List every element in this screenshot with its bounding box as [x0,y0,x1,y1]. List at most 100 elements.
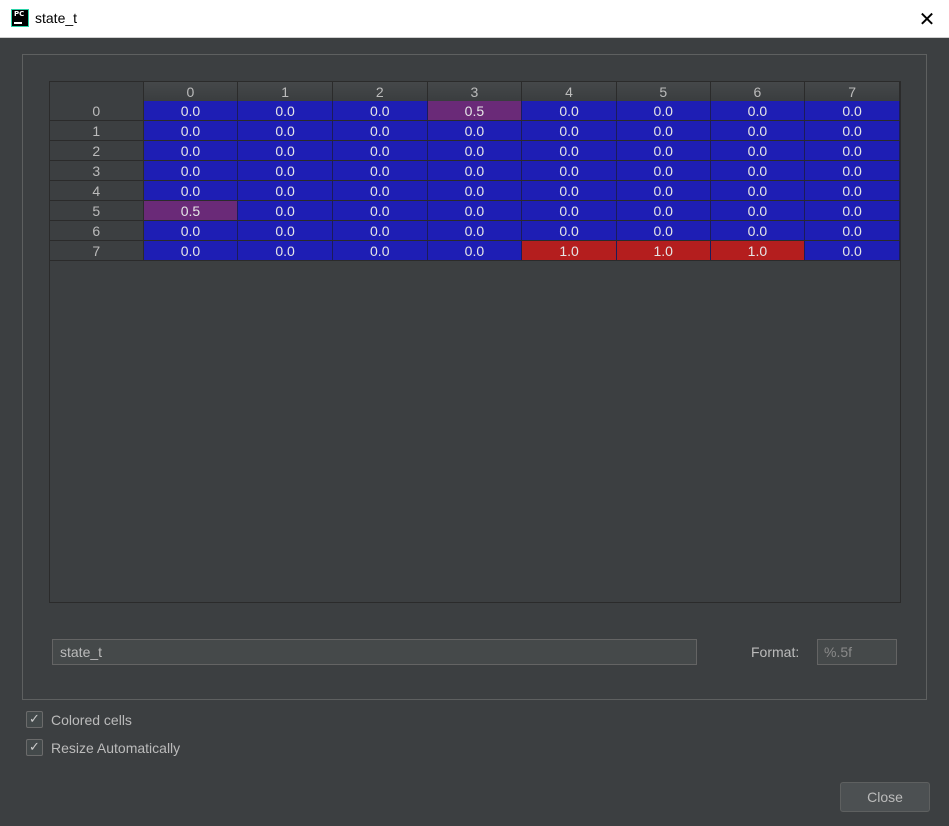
table-cell[interactable]: 0.0 [710,200,806,221]
table-cell[interactable]: 0.0 [710,140,806,161]
column-header[interactable]: 6 [710,82,806,101]
table-cell[interactable]: 0.0 [143,140,239,161]
table-cell[interactable]: 0.0 [616,120,711,141]
column-header-row: 0 1 2 3 4 5 6 7 [50,82,900,101]
table-cell[interactable]: 0.0 [143,160,239,181]
table-cell[interactable]: 0.0 [427,140,523,161]
table-cell[interactable]: 0.0 [521,200,617,221]
table-cell[interactable]: 0.0 [143,101,239,121]
table-cell[interactable]: 0.0 [710,101,806,121]
table-cell[interactable]: 0.0 [804,140,900,161]
table-cell[interactable]: 0.0 [710,120,806,141]
table-cell[interactable]: 0.0 [427,200,523,221]
table-cell[interactable]: 0.0 [427,180,523,201]
table-row: 0 0.0 0.0 0.0 0.5 0.0 0.0 0.0 0.0 [50,101,900,121]
table-cell[interactable]: 0.0 [237,240,333,261]
table-cell[interactable]: 0.0 [427,160,523,181]
table-cell[interactable]: 0.0 [616,140,711,161]
table-cell[interactable]: 1.0 [521,240,617,261]
app-icon-text: PC [14,10,25,18]
table-cell[interactable]: 0.0 [804,220,900,241]
table-cell[interactable]: 0.0 [804,240,900,261]
table-cell[interactable]: 0.0 [616,200,711,221]
table-cell[interactable]: 0.0 [427,240,523,261]
table-cell[interactable]: 0.0 [143,120,239,141]
table-cell[interactable]: 0.0 [804,160,900,181]
table-cell[interactable]: 0.0 [616,180,711,201]
data-grid[interactable]: 0 1 2 3 4 5 6 7 0 0.0 0.0 0.0 0.5 0.0 0.0 0.0 0.… [49,81,901,603]
checkmark-icon: ✓ [29,712,40,727]
table-cell[interactable]: 0.0 [804,200,900,221]
table-cell[interactable]: 0.0 [804,180,900,201]
table-cell[interactable]: 0.0 [521,220,617,241]
corner-header [50,82,144,101]
table-cell[interactable]: 0.0 [616,220,711,241]
row-header[interactable]: 6 [50,220,144,241]
table-cell[interactable]: 0.0 [521,160,617,181]
table-cell[interactable]: 0.0 [332,120,428,141]
column-header[interactable]: 0 [143,82,239,101]
table-cell[interactable]: 0.5 [143,200,239,221]
data-table: 0 1 2 3 4 5 6 7 0 0.0 0.0 0.0 0.5 0.0 0.0 0.0 0.… [50,82,900,261]
row-header[interactable]: 1 [50,120,144,141]
table-cell[interactable]: 0.0 [710,160,806,181]
row-header[interactable]: 3 [50,160,144,181]
column-header[interactable]: 5 [616,82,711,101]
table-cell[interactable]: 0.0 [710,220,806,241]
table-cell[interactable]: 0.0 [332,220,428,241]
table-cell[interactable]: 0.0 [237,140,333,161]
table-cell[interactable]: 0.0 [616,160,711,181]
pycharm-app-icon: PC [11,9,29,27]
row-header[interactable]: 5 [50,200,144,221]
format-input[interactable]: %.5f [817,639,897,665]
colored-cells-label[interactable]: Colored cells [51,712,132,728]
row-header[interactable]: 2 [50,140,144,161]
table-cell[interactable]: 1.0 [710,240,806,261]
table-cell[interactable]: 0.0 [521,120,617,141]
table-cell[interactable]: 0.0 [332,240,428,261]
resize-automatically-label[interactable]: Resize Automatically [51,740,180,756]
table-cell[interactable]: 0.5 [427,101,523,121]
close-button[interactable]: Close [840,782,930,812]
table-cell[interactable]: 0.0 [332,101,428,121]
row-header[interactable]: 4 [50,180,144,201]
table-row: 1 0.0 0.0 0.0 0.0 0.0 0.0 0.0 0.0 [50,120,900,141]
table-cell[interactable]: 0.0 [237,220,333,241]
column-header[interactable]: 2 [332,82,428,101]
column-header[interactable]: 4 [521,82,617,101]
table-cell[interactable]: 1.0 [616,240,711,261]
table-cell[interactable]: 0.0 [804,101,900,121]
table-cell[interactable]: 0.0 [521,140,617,161]
column-header[interactable]: 3 [427,82,523,101]
colored-cells-checkbox[interactable]: ✓ [26,711,43,728]
table-cell[interactable]: 0.0 [427,220,523,241]
table-cell[interactable]: 0.0 [332,140,428,161]
table-cell[interactable]: 0.0 [427,120,523,141]
table-row: 2 0.0 0.0 0.0 0.0 0.0 0.0 0.0 0.0 [50,140,900,161]
row-header[interactable]: 7 [50,240,144,261]
table-cell[interactable]: 0.0 [237,200,333,221]
table-cell[interactable]: 0.0 [143,240,239,261]
table-cell[interactable]: 0.0 [804,120,900,141]
table-cell[interactable]: 0.0 [143,180,239,201]
table-cell[interactable]: 0.0 [143,220,239,241]
table-cell[interactable]: 0.0 [237,180,333,201]
window-title: state_t [35,10,78,26]
table-cell[interactable]: 0.0 [521,101,617,121]
row-header[interactable]: 0 [50,101,144,121]
table-cell[interactable]: 0.0 [237,160,333,181]
table-cell[interactable]: 0.0 [332,200,428,221]
column-header[interactable]: 7 [804,82,900,101]
table-cell[interactable]: 0.0 [237,120,333,141]
checkmark-icon: ✓ [29,740,40,755]
table-cell[interactable]: 0.0 [616,101,711,121]
table-cell[interactable]: 0.0 [710,180,806,201]
expression-field[interactable]: state_t [52,639,697,665]
window-close-icon[interactable]: ✕ [914,6,940,32]
column-header[interactable]: 1 [237,82,333,101]
table-cell[interactable]: 0.0 [521,180,617,201]
table-cell[interactable]: 0.0 [237,101,333,121]
table-cell[interactable]: 0.0 [332,180,428,201]
resize-automatically-checkbox[interactable]: ✓ [26,739,43,756]
table-cell[interactable]: 0.0 [332,160,428,181]
